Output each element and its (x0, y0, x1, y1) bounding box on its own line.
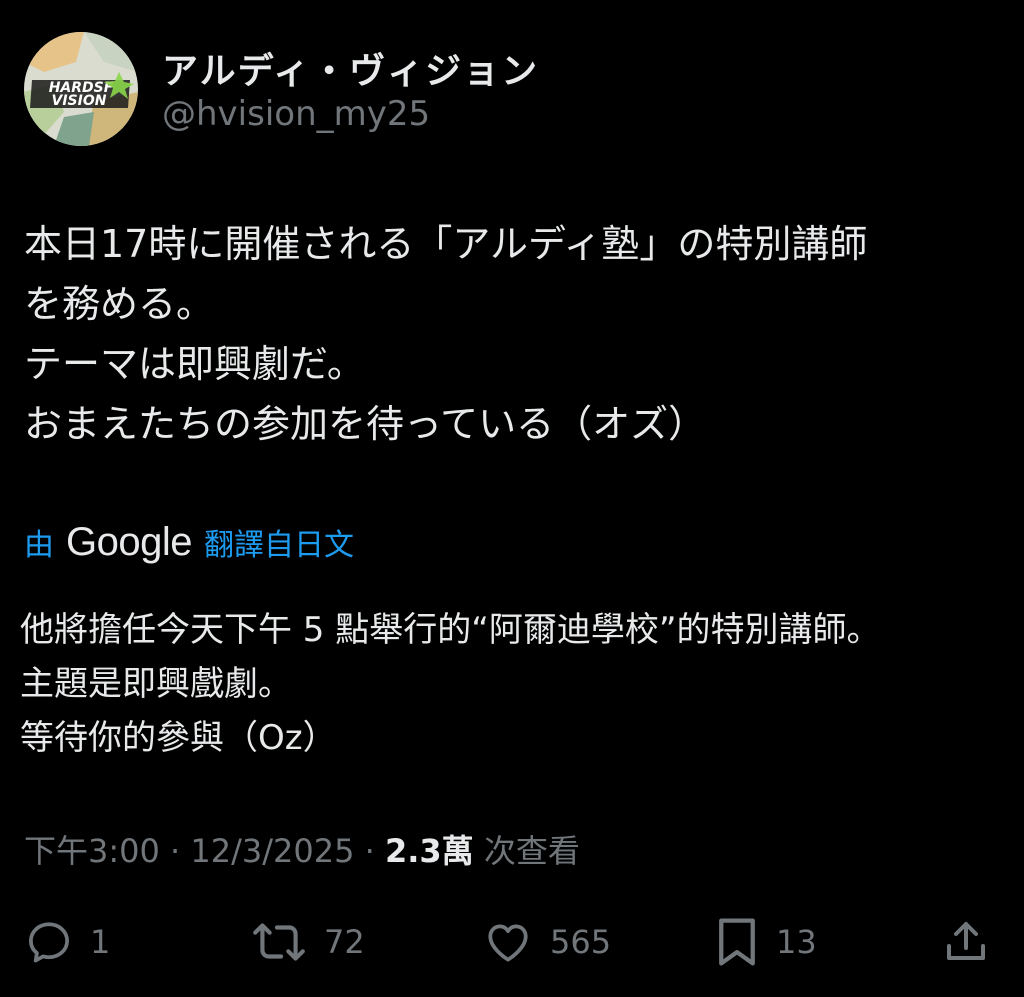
avatar-text-bottom: VISION (52, 93, 107, 109)
translation-from-label[interactable]: 翻譯自日文 (204, 520, 354, 564)
tweet-meta: 下午3:00 · 12/3/2025 · 2.3萬 次查看 (24, 826, 580, 872)
translation-attribution[interactable]: 由 Google 翻譯自日文 (24, 516, 354, 568)
tweet-text: 本日17時に開催される「アルディ塾」の特別講師 を務める。 テーマは即興劇だ。 … (24, 214, 1014, 454)
avatar-image: HARDSF VISION (24, 32, 138, 146)
translated-text-line: 等待你的參與（Oz） (20, 718, 337, 758)
bookmark-icon (714, 915, 760, 969)
repost-icon (250, 917, 308, 967)
repost-button[interactable]: 72 (250, 912, 365, 972)
google-logo: Google (66, 519, 192, 564)
avatar[interactable]: HARDSF VISION (24, 32, 138, 146)
translated-text-line: 主題是即興戲劇。 (20, 664, 292, 704)
share-button[interactable] (942, 912, 990, 972)
like-count: 565 (550, 923, 612, 961)
bookmark-button[interactable]: 13 (714, 912, 817, 972)
views-count: 2.3萬 (384, 832, 474, 870)
tweet-date[interactable]: 12/3/2025 (190, 832, 354, 870)
views-label: 次查看 (473, 832, 580, 870)
repost-count: 72 (324, 923, 365, 961)
meta-separator: · (354, 832, 385, 870)
tweet-time[interactable]: 下午3:00 (24, 832, 160, 870)
translated-text: 他將擔任今天下午 5 點舉行的“阿爾迪學校”的特別講師。 主題是即興戲劇。 等待… (20, 603, 1020, 765)
action-bar: 1 72 565 13 (0, 912, 1024, 972)
tweet-text-line: テーマは即興劇だ。 (24, 342, 365, 386)
heart-icon (482, 917, 534, 967)
translation-by-label: 由 (24, 528, 54, 563)
meta-separator: · (159, 832, 191, 870)
share-icon (942, 917, 990, 967)
author-display-name[interactable]: アルディ・ヴィジョン (162, 42, 539, 94)
tweet-text-line: 本日17時に開催される「アルディ塾」の特別講師 (24, 222, 868, 266)
translated-text-line: 他將擔任今天下午 5 點舉行的“阿爾迪學校”的特別講師。 (20, 610, 881, 650)
reply-icon (24, 917, 74, 967)
bookmark-count: 13 (776, 923, 817, 961)
tweet-text-line: を務める。 (24, 282, 215, 326)
like-button[interactable]: 565 (482, 912, 611, 972)
reply-button[interactable]: 1 (24, 912, 110, 972)
author-handle[interactable]: @hvision_my25 (162, 94, 430, 134)
tweet-card: HARDSF VISION アルディ・ヴィジョン @hvision_my25 本… (0, 0, 1024, 997)
reply-count: 1 (90, 923, 111, 961)
tweet-text-line: おまえたちの参加を待っている（オズ） (24, 402, 707, 446)
